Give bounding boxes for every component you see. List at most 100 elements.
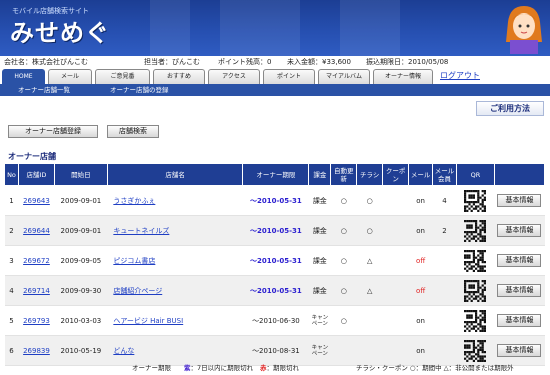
tab-mail[interactable]: メール [48,69,92,84]
start-date: 2010-05-19 [54,335,108,366]
logout-link[interactable]: ログアウト [440,69,480,83]
action-cell: 基本情報 [494,215,545,246]
tab-recommend[interactable]: おすすめ [153,69,205,84]
basic-info-button[interactable]: 基本情報 [497,224,542,237]
store-name-link[interactable]: キュートネイルズ [107,215,243,246]
company-name: 会社名：株式会社ぴんこむ [4,58,88,66]
qr-code-icon[interactable] [464,309,487,332]
store-id-link[interactable]: 269793 [18,305,55,336]
mail-status: on [408,335,433,366]
start-date: 2009-09-01 [54,185,108,216]
store-name-link[interactable]: 店舗紹介ページ [107,275,243,306]
table-row: 2 269644 2009-09-01 キュートネイルズ 〜2010-05-31 課金 ○ ○… [4,215,545,246]
qr-code-icon[interactable] [464,279,487,302]
table-row: 6 269839 2010-05-19 どんな 〜2010-08-31 キャンペーン on 基… [4,335,545,366]
register-owner-store-button[interactable]: オーナー店舗登録 [8,125,98,138]
basic-info-button[interactable]: 基本情報 [497,284,542,297]
basic-info-button[interactable]: 基本情報 [497,254,542,267]
legend-purple: 紫：7日以内に期限切れ [184,364,254,372]
site-logo[interactable]: みせめぐ [10,13,110,48]
col-store-name: 店舗名 [106,163,244,186]
flyer-status: ○ [356,215,383,246]
flyer-status [356,335,383,366]
point-balance: ポイント残高：0 [218,58,272,66]
manager-name: 担当者：ぴんこむ [144,58,200,66]
store-id-link[interactable]: 269839 [18,335,55,366]
qr-code-icon[interactable] [464,249,487,272]
auto-renew-status: ○ [330,185,357,216]
action-cell: 基本情報 [494,245,545,276]
qr-cell [456,215,495,246]
col-flyer: チラシ [356,163,384,186]
store-name-link[interactable]: どんな [107,335,243,366]
basic-info-button[interactable]: 基本情報 [497,314,542,327]
table-row: 4 269714 2009-09-30 店舗紹介ページ 〜2010-05-31 課金 ○ △ o… [4,275,545,306]
account-info-bar: 会社名：株式会社ぴんこむ 担当者：ぴんこむ ポイント残高：0 未入金額：¥33,… [0,56,550,68]
unpaid-amount: 未入金額：¥33,600 [287,58,351,66]
coupon-status [382,215,409,246]
table-row: 3 269672 2009-09-05 ピジコム書店 〜2010-05-31 課金 ○ △ of… [4,245,545,276]
row-no: 4 [4,275,19,306]
row-no: 5 [4,305,19,336]
mascot-illustration [506,6,542,54]
store-search-button[interactable]: 店舗検索 [107,125,159,138]
mail-status: on [408,215,433,246]
payment-due: 振込期限日：2010/05/08 [366,58,449,66]
coupon-status [382,245,409,276]
store-id-link[interactable]: 269643 [18,185,55,216]
col-coupon: クーポン [382,163,410,186]
start-date: 2010-03-03 [54,305,108,336]
tab-points[interactable]: ポイント [263,69,315,84]
tab-opinion[interactable]: ご意見番 [95,69,150,84]
flyer-status: △ [356,275,383,306]
legend-red: 赤：期限切れ [260,364,299,372]
row-no: 1 [4,185,19,216]
owner-limit: 〜2010-05-31 [242,275,309,306]
store-name-link[interactable]: うさぎかふぇ [107,185,243,216]
legend-flyer-coupon: チラシ・クーポン ○：期間中 △：非公開または期限外 [356,364,514,372]
subnav-owner-store-register[interactable]: オーナー店舗の登録 [110,84,169,96]
store-name-link[interactable]: ヘアービジ Hair BUSI [107,305,243,336]
flyer-status: ○ [356,185,383,216]
action-cell: 基本情報 [494,275,545,306]
store-id-link[interactable]: 269672 [18,245,55,276]
basic-info-button[interactable]: 基本情報 [497,344,542,357]
table-header-row: No 店舗ID 開始日 店舗名 オーナー期限 課金 自動更新 チラシ クーポン … [4,163,546,186]
auto-renew-status: ○ [330,275,357,306]
col-no: No [4,163,19,186]
auto-renew-status: ○ [330,215,357,246]
subnav-owner-store-list[interactable]: オーナー店舗一覧 [18,84,70,96]
action-cell: 基本情報 [494,335,545,366]
coupon-status [382,185,409,216]
col-store-id: 店舗ID [17,163,55,186]
col-billing: 課金 [308,163,332,186]
qr-code-icon[interactable] [464,339,487,362]
qr-cell [456,275,495,306]
mail-member-count [432,335,457,366]
store-name-link[interactable]: ピジコム書店 [107,245,243,276]
billing-status: キャンペーン [308,305,331,336]
auto-renew-status: ○ [330,305,357,336]
site-header: モバイル店舗検索サイト みせめぐ [0,0,550,56]
tab-access[interactable]: アクセス [208,69,260,84]
section-title: オーナー店舗 [8,152,56,161]
qr-code-icon[interactable] [464,189,487,212]
col-owner-limit: オーナー期限 [242,163,310,186]
tab-owner-info[interactable]: オーナー情報 [373,69,433,84]
store-id-link[interactable]: 269714 [18,275,55,306]
row-no: 3 [4,245,19,276]
header-decoration [150,0,190,56]
mail-member-count [432,275,457,306]
store-id-link[interactable]: 269644 [18,215,55,246]
owner-limit: 〜2010-08-31 [242,335,309,366]
usage-guide-button[interactable]: ご利用方法 [476,101,544,116]
col-mail-members: メール会員 [432,163,457,186]
tab-album[interactable]: マイアルバム [318,69,370,84]
start-date: 2009-09-05 [54,245,108,276]
row-no: 6 [4,335,19,366]
coupon-status [382,275,409,306]
basic-info-button[interactable]: 基本情報 [497,194,542,207]
qr-code-icon[interactable] [464,219,487,242]
flyer-status [356,305,383,336]
tab-home[interactable]: HOME [2,69,45,84]
